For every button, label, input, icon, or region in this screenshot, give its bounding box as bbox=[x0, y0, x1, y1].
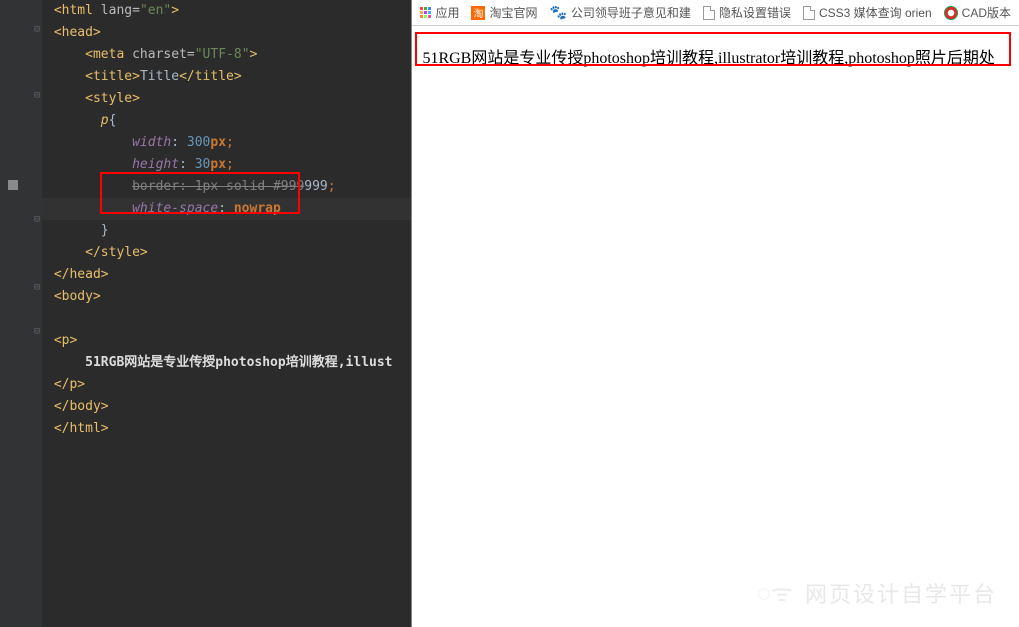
code-token: </style> bbox=[85, 245, 148, 260]
page-icon bbox=[703, 6, 715, 20]
page-icon bbox=[803, 6, 815, 20]
code-token: charset= bbox=[132, 47, 195, 62]
paragraph-text: 51RGB网站是专业传授photoshop培训教程,illustrator培训教… bbox=[422, 50, 994, 67]
change-marker-icon bbox=[8, 180, 18, 190]
bookmark-bar: 应用 淘 淘宝官网 🐾 公司领导班子意见和建 隐私设置错误 CSS3 媒体查询 … bbox=[412, 0, 1019, 26]
code-token: <head> bbox=[54, 25, 101, 40]
code-token: ; bbox=[328, 179, 336, 194]
editor-gutter: ⊟ ⊟ ⊟ ⊟ ⊟ bbox=[0, 0, 42, 627]
code-token: border: 1px solid #999 bbox=[132, 179, 304, 194]
wechat-icon: ◌ᯤ bbox=[757, 576, 793, 609]
code-token: 30 bbox=[195, 157, 211, 172]
apps-button[interactable]: 应用 bbox=[420, 4, 459, 21]
bookmark-taobao[interactable]: 淘 淘宝官网 bbox=[471, 4, 537, 21]
code-token: <p> bbox=[54, 333, 77, 348]
bookmark-label: CSS3 媒体查询 orien bbox=[819, 4, 932, 21]
code-token: px bbox=[210, 157, 226, 172]
code-token: 999 bbox=[304, 179, 327, 194]
bookmark-css3[interactable]: CSS3 媒体查询 orien bbox=[803, 4, 932, 21]
code-token: <html bbox=[54, 3, 101, 18]
code-token: Title bbox=[140, 69, 179, 84]
apps-grid-icon bbox=[420, 7, 431, 18]
code-token: px bbox=[210, 135, 226, 150]
code-token: nowrap bbox=[234, 201, 281, 216]
watermark: ◌ᯤ 网页设计自学平台 bbox=[757, 576, 997, 609]
code-token: > bbox=[250, 47, 258, 62]
code-content[interactable]: <html lang="en"> <head> <meta charset="U… bbox=[42, 0, 411, 440]
code-token: </p> bbox=[54, 377, 85, 392]
code-token: <body> bbox=[54, 289, 101, 304]
code-token: width bbox=[132, 135, 171, 150]
taobao-icon: 淘 bbox=[471, 6, 485, 20]
bookmark-label: 淘宝官网 bbox=[489, 4, 537, 21]
code-token: : bbox=[179, 157, 195, 172]
cad-icon bbox=[944, 6, 958, 20]
code-token: 51RGB网站是专业传授photoshop培训教程,illust bbox=[85, 355, 392, 370]
rendered-page: 51RGB网站是专业传授photoshop培训教程,illustrator培训教… bbox=[412, 26, 1019, 92]
code-token: ; bbox=[226, 135, 234, 150]
watermark-text: 网页设计自学平台 bbox=[805, 577, 997, 609]
baidu-icon: 🐾 bbox=[549, 4, 566, 21]
code-token: <meta bbox=[85, 47, 132, 62]
code-token: { bbox=[109, 113, 117, 128]
bookmark-privacy[interactable]: 隐私设置错误 bbox=[703, 4, 791, 21]
code-token: <style> bbox=[85, 91, 140, 106]
bookmark-company[interactable]: 🐾 公司领导班子意见和建 bbox=[549, 4, 690, 21]
code-token: "en" bbox=[140, 3, 171, 18]
code-token: : bbox=[171, 135, 187, 150]
code-token: lang= bbox=[101, 3, 140, 18]
bookmark-label: 隐私设置错误 bbox=[719, 4, 791, 21]
code-token: <title> bbox=[85, 69, 140, 84]
code-token: > bbox=[171, 3, 179, 18]
rendered-paragraph: 51RGB网站是专业传授photoshop培训教程,illustrator培训教… bbox=[422, 44, 722, 74]
code-token: } bbox=[101, 223, 109, 238]
code-token: </title> bbox=[179, 69, 242, 84]
code-token: height bbox=[132, 157, 179, 172]
bookmark-label: CAD版本 bbox=[962, 4, 1011, 21]
code-token: </head> bbox=[54, 267, 109, 282]
code-token: "UTF-8" bbox=[195, 47, 250, 62]
code-token: </body> bbox=[54, 399, 109, 414]
bookmark-label: 公司领导班子意见和建 bbox=[571, 4, 691, 21]
code-token: p bbox=[101, 113, 109, 128]
browser-preview-pane: 应用 淘 淘宝官网 🐾 公司领导班子意见和建 隐私设置错误 CSS3 媒体查询 … bbox=[411, 0, 1019, 627]
code-token: ; bbox=[226, 157, 234, 172]
code-token: white-space bbox=[132, 201, 218, 216]
code-token: </html> bbox=[54, 421, 109, 436]
code-editor-pane: ⊟ ⊟ ⊟ ⊟ ⊟ <html lang="en"> <head> <meta … bbox=[0, 0, 411, 627]
code-token: 300 bbox=[187, 135, 210, 150]
bookmark-label: 应用 bbox=[435, 4, 459, 21]
code-token: : bbox=[218, 201, 234, 216]
bookmark-cad[interactable]: CAD版本 bbox=[944, 4, 1011, 21]
